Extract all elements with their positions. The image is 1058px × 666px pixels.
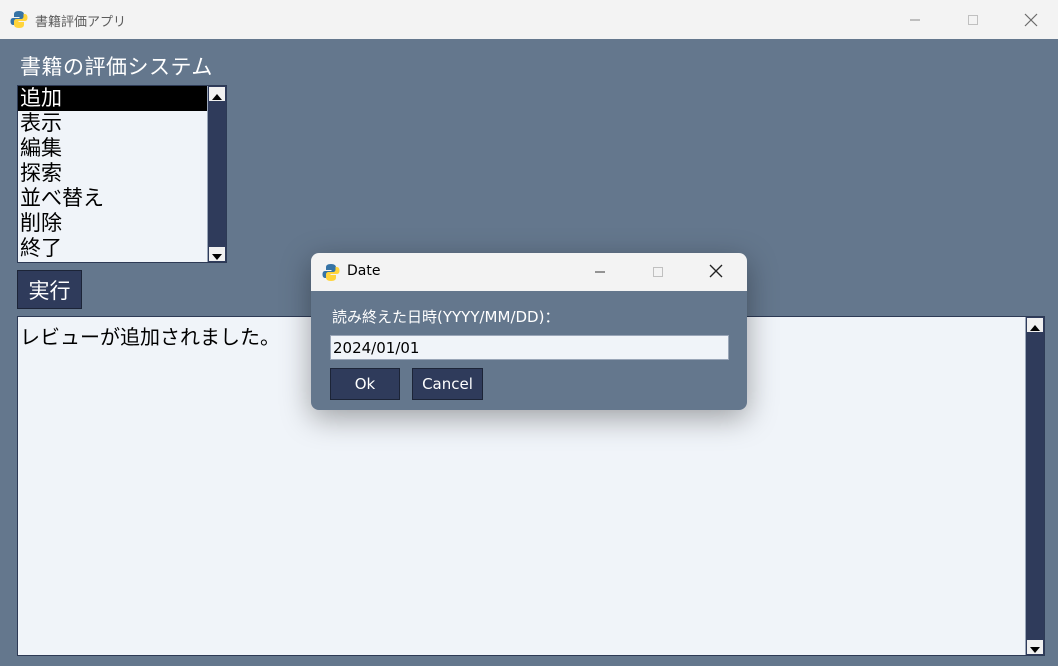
- output-scroll-up-button[interactable]: [1027, 318, 1043, 332]
- dialog-titlebar[interactable]: Date: [311, 253, 747, 291]
- dialog-maximize-button[interactable]: [633, 253, 683, 291]
- output-scroll-down-button[interactable]: [1027, 640, 1043, 654]
- date-dialog: Date 読み終えた日時(YYYY/MM/DD)： Ok Cancel: [311, 253, 747, 410]
- menu-item-search[interactable]: 探索: [18, 161, 208, 186]
- minimize-icon: [594, 263, 606, 282]
- menu-item-show[interactable]: 表示: [18, 111, 208, 136]
- close-button[interactable]: [1008, 0, 1054, 39]
- maximize-icon: [967, 14, 979, 26]
- cancel-button[interactable]: Cancel: [412, 368, 483, 400]
- date-prompt-label: 読み終えた日時(YYYY/MM/DD)：: [332, 308, 560, 326]
- output-scrollbar[interactable]: [1025, 317, 1044, 655]
- ok-button[interactable]: Ok: [330, 368, 400, 400]
- run-button[interactable]: 実行: [17, 270, 82, 309]
- scroll-up-icon: [212, 86, 222, 104]
- menu-scrollbar[interactable]: [207, 86, 226, 262]
- maximize-icon: [652, 263, 664, 282]
- scroll-down-button[interactable]: [209, 247, 225, 261]
- menu-list: 追加 表示 編集 探索 並べ替え 削除 終了: [18, 86, 208, 261]
- minimize-button[interactable]: [892, 0, 938, 39]
- python-icon: [10, 10, 28, 29]
- menu-item-exit[interactable]: 終了: [18, 236, 208, 261]
- dialog-title: Date: [347, 263, 381, 279]
- close-icon: [709, 263, 723, 282]
- scroll-up-icon: [1030, 316, 1040, 335]
- scroll-down-icon: [1030, 638, 1040, 657]
- close-icon: [1024, 13, 1038, 27]
- date-input[interactable]: [330, 335, 729, 360]
- page-title: 書籍の評価システム: [20, 55, 213, 79]
- menu-item-delete[interactable]: 削除: [18, 211, 208, 236]
- dialog-minimize-button[interactable]: [575, 253, 625, 291]
- scroll-down-icon: [212, 245, 222, 263]
- scroll-up-button[interactable]: [209, 87, 225, 101]
- menu-listbox[interactable]: 追加 表示 編集 探索 並べ替え 削除 終了: [17, 85, 227, 263]
- output-text: レビューが追加されました。: [20, 325, 280, 349]
- python-icon: [322, 263, 340, 282]
- menu-item-edit[interactable]: 編集: [18, 136, 208, 161]
- menu-item-sort[interactable]: 並べ替え: [18, 186, 208, 211]
- window-title: 書籍評価アプリ: [35, 15, 127, 30]
- main-titlebar[interactable]: 書籍評価アプリ: [0, 0, 1058, 39]
- dialog-close-button[interactable]: [691, 253, 741, 291]
- menu-item-add[interactable]: 追加: [18, 86, 208, 111]
- minimize-icon: [909, 14, 921, 26]
- maximize-button[interactable]: [950, 0, 996, 39]
